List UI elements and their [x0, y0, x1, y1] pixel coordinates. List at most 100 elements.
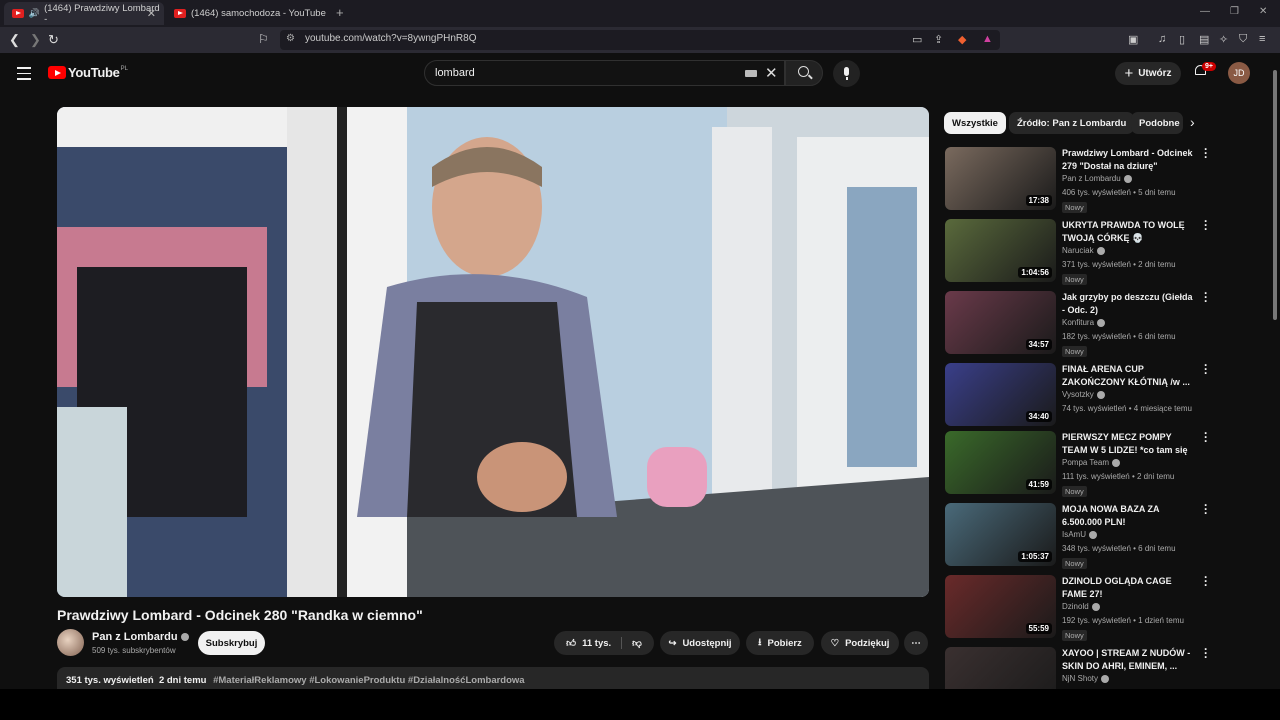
clear-search-icon[interactable]: ✕	[765, 64, 778, 82]
recommendation-meta: 192 tys. wyświetleń • 1 dzień temu	[1062, 616, 1184, 625]
recommendation-channel[interactable]: Konfitura	[1062, 318, 1106, 327]
chip-next-icon[interactable]: ›	[1190, 114, 1195, 130]
scrollbar-thumb[interactable]	[1273, 70, 1277, 320]
back-icon[interactable]: ❮	[9, 32, 20, 48]
cast-icon[interactable]: ▭	[912, 33, 922, 46]
dislike-button[interactable]: 👎︎	[622, 637, 642, 649]
scrollbar[interactable]	[1272, 60, 1278, 689]
hamburger-menu-icon[interactable]	[17, 67, 31, 84]
recommendation-title[interactable]: PIERWSZY MECZ POMPY TEAM W 5 LIDZE! *co …	[1062, 431, 1197, 457]
site-info-icon[interactable]: ⚙	[286, 33, 295, 44]
video-thumbnail[interactable]: 1:04:56	[945, 219, 1056, 282]
recommendation-channel[interactable]: Naruciak	[1062, 246, 1105, 255]
recommendation-channel[interactable]: Pan z Lombardu	[1062, 174, 1132, 183]
recommendation-title[interactable]: MOJA NOWA BAZA ZA 6.500.000 PLN!	[1062, 503, 1197, 529]
more-options-icon[interactable]: · · ·	[1204, 427, 1208, 447]
youtube-logo[interactable]: YouTube PL	[48, 65, 128, 80]
maximize-icon[interactable]: ❐	[1230, 6, 1239, 17]
more-options-icon[interactable]: · · ·	[1204, 287, 1208, 307]
recommendation-title[interactable]: Jak grzyby po deszczu (Giełda - Odc. 2)	[1062, 291, 1197, 317]
channel-text: Vysotzky	[1062, 390, 1094, 399]
create-button[interactable]: + Utwórz	[1115, 62, 1181, 85]
like-dislike-group: 👍︎ 11 tys. 👎︎	[554, 631, 654, 655]
new-tab-icon[interactable]: +	[336, 5, 344, 20]
more-options-icon[interactable]: · · ·	[1204, 215, 1208, 235]
recommendation-channel[interactable]: NjN Shoty	[1062, 674, 1110, 683]
channel-avatar[interactable]	[57, 629, 84, 656]
bookmark-icon[interactable]: ⚐	[258, 32, 269, 46]
share-button[interactable]: ↪ Udostępnij	[660, 631, 740, 655]
recommendation-item[interactable]: 1:05:37 MOJA NOWA BAZA ZA 6.500.000 PLN! I…	[945, 499, 1215, 569]
recommendation-channel[interactable]: Pompa Team	[1062, 458, 1120, 467]
minimize-icon[interactable]: —	[1200, 6, 1210, 17]
browser-tab[interactable]: (1464) samochodoza - YouTube	[166, 2, 331, 25]
search-input[interactable]: lombard ✕	[424, 60, 785, 86]
more-options-icon[interactable]: · · ·	[1204, 143, 1208, 163]
recommendation-channel[interactable]: Dzinold	[1062, 602, 1100, 611]
recommendation-item[interactable]: 41:59 PIERWSZY MECZ POMPY TEAM W 5 LIDZE!…	[945, 427, 1215, 497]
video-duration: 34:40	[1025, 411, 1052, 422]
channel-name[interactable]: Pan z Lombardu	[92, 631, 189, 643]
more-options-icon[interactable]: · · ·	[1204, 359, 1208, 379]
video-thumbnail[interactable]: 41:59	[945, 431, 1056, 494]
verified-icon	[1112, 458, 1120, 467]
recommendation-title[interactable]: UKRYTA PRAWDA TO WOLĘ TWOJĄ CÓRKĘ 💀	[1062, 219, 1197, 245]
close-tab-icon[interactable]: ✕	[147, 7, 156, 20]
subscribe-button[interactable]: Subskrybuj	[198, 631, 265, 655]
reload-icon[interactable]: ↻	[48, 32, 59, 48]
download-button[interactable]: ⭳ Pobierz	[746, 631, 814, 655]
upload-date: 2 dni temu	[158, 675, 207, 686]
close-window-icon[interactable]: ✕	[1259, 6, 1267, 17]
recommendation-title[interactable]: Prawdziwy Lombard - Odcinek 279 "Dostał …	[1062, 147, 1197, 173]
chip-all[interactable]: Wszystkie	[944, 112, 1006, 134]
brave-shield-icon[interactable]: ◆	[958, 33, 966, 46]
recommendation-channel[interactable]: IsAmU	[1062, 530, 1097, 539]
video-thumbnail[interactable]: 17:38	[945, 147, 1056, 210]
recommendation-item[interactable]: 34:57 Jak grzyby po deszczu (Giełda - Odc…	[945, 287, 1215, 357]
ai-icon[interactable]: ✧	[1219, 33, 1228, 46]
menu-icon[interactable]: ≡	[1259, 33, 1265, 45]
account-avatar[interactable]: JD	[1228, 62, 1250, 84]
wallet-icon[interactable]: ▤	[1199, 33, 1209, 46]
thanks-button[interactable]: ♡ Podziękuj	[821, 631, 899, 655]
rewards-icon[interactable]: ▲	[982, 33, 993, 45]
video-thumbnail[interactable]: 55:59	[945, 575, 1056, 638]
recommendation-item[interactable]: 17:38 Prawdziwy Lombard - Odcinek 279 "Do…	[945, 143, 1215, 213]
sidebar-icon[interactable]: ▣	[1128, 33, 1138, 46]
video-thumbnail[interactable]: 1:05:37	[945, 503, 1056, 566]
voice-search-button[interactable]	[833, 60, 860, 87]
view-count: 351 tys. wyświetleń	[66, 675, 154, 686]
more-actions-button[interactable]: ⋯	[904, 631, 928, 655]
youtube-header: YouTube PL lombard ✕ + Utwórz 9+ JD	[0, 53, 1280, 93]
recommendation-title[interactable]: FINAŁ ARENA CUP ZAKOŃCZONY KŁÓTNIĄ /w ..…	[1062, 363, 1197, 389]
recommendation-title[interactable]: XAYOO | STREAM Z NUDÓW - SKIN DO AHRI, E…	[1062, 647, 1197, 673]
video-thumbnail[interactable]: 34:40	[945, 363, 1056, 426]
chip-source[interactable]: Źródło: Pan z Lombardu	[1009, 112, 1135, 134]
more-options-icon[interactable]: · · ·	[1204, 643, 1208, 663]
forward-icon[interactable]: ❯	[30, 32, 41, 48]
browser-tab-active[interactable]: 🔊 (1464) Prawdziwy Lombard - ✕	[4, 2, 164, 25]
more-options-icon[interactable]: · · ·	[1204, 499, 1208, 519]
recommendation-item[interactable]: 34:40 FINAŁ ARENA CUP ZAKOŃCZONY KŁÓTNIĄ …	[945, 359, 1215, 427]
chip-similar[interactable]: Podobne	[1131, 112, 1183, 134]
recommendation-channel[interactable]: Vysotzky	[1062, 390, 1105, 399]
video-thumbnail[interactable]: 34:57	[945, 291, 1056, 354]
search-value: lombard	[435, 67, 475, 79]
description-line: 351 tys. wyświetleń 2 dni temu #Materiał…	[66, 675, 525, 686]
recommendation-item[interactable]: 55:59 DZINOLD OGLĄDA CAGE FAME 27! Dzinold…	[945, 571, 1215, 641]
description-tags[interactable]: #MateriałReklamowy #LokowanieProduktu #D…	[213, 675, 524, 686]
recommendation-item[interactable]: 1:04:56 UKRYTA PRAWDA TO WOLĘ TWOJĄ CÓRKĘ…	[945, 215, 1215, 285]
keyboard-icon[interactable]	[745, 70, 757, 77]
logo-text: YouTube	[68, 65, 120, 80]
like-button[interactable]: 👍︎ 11 tys.	[566, 637, 623, 649]
new-badge: Nowy	[1062, 346, 1087, 357]
create-label: Utwórz	[1138, 68, 1172, 79]
recommendation-title[interactable]: DZINOLD OGLĄDA CAGE FAME 27!	[1062, 575, 1197, 601]
search-button[interactable]	[785, 60, 823, 86]
share-page-icon[interactable]: ⇪	[934, 33, 943, 46]
vpn-icon[interactable]: ⛉	[1239, 33, 1247, 46]
more-options-icon[interactable]: · · ·	[1204, 571, 1208, 591]
video-player[interactable]	[57, 107, 929, 597]
reader-icon[interactable]: ▯	[1179, 33, 1185, 46]
music-icon[interactable]: ♫	[1158, 33, 1166, 45]
